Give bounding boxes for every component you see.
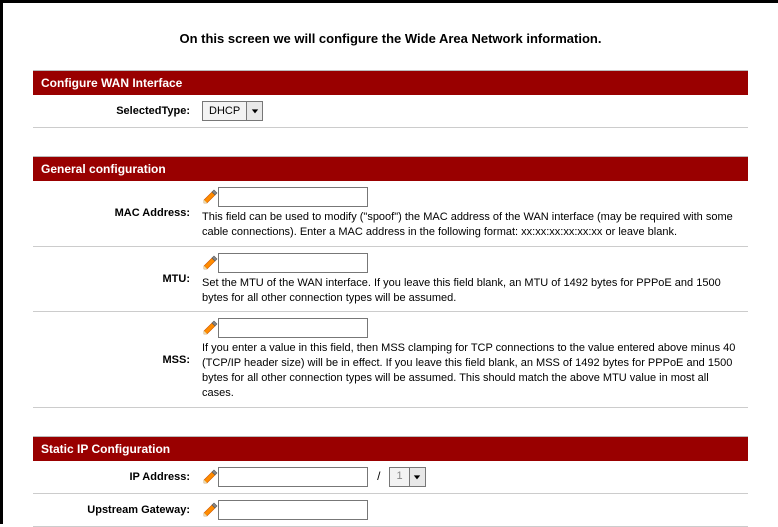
label-mtu: MTU: (33, 246, 200, 312)
pencil-icon (202, 502, 218, 518)
cidr-slash: / (371, 469, 386, 483)
section-static-ip: Static IP Configuration IP Address: / 1 (33, 436, 748, 527)
pencil-icon (202, 469, 218, 485)
section-general: General configuration MAC Address: This … (33, 156, 748, 408)
row-mss: MSS: If you enter a value in this field,… (33, 312, 748, 407)
mss-input[interactable] (218, 318, 368, 338)
mtu-input[interactable] (218, 253, 368, 273)
chevron-down-icon (409, 468, 425, 486)
label-mss: MSS: (33, 312, 200, 407)
row-ip-address: IP Address: / 1 (33, 461, 748, 494)
pencil-icon (202, 189, 218, 205)
pencil-icon (202, 255, 218, 271)
mtu-description: Set the MTU of the WAN interface. If you… (202, 276, 742, 306)
row-upstream-gateway: Upstream Gateway: (33, 493, 748, 526)
cidr-dropdown[interactable]: 1 (389, 467, 425, 487)
mac-input[interactable] (218, 187, 368, 207)
section-header-wan: Configure WAN Interface (33, 71, 748, 95)
pencil-icon (202, 320, 218, 336)
row-mtu: MTU: Set the MTU of the WAN interface. I… (33, 246, 748, 312)
page-title: On this screen we will configure the Wid… (3, 3, 778, 70)
label-selected-type: SelectedType: (33, 95, 200, 128)
gateway-input[interactable] (218, 500, 368, 520)
section-header-general: General configuration (33, 157, 748, 181)
section-header-static: Static IP Configuration (33, 437, 748, 461)
mac-description: This field can be used to modify ("spoof… (202, 210, 742, 240)
section-wan: Configure WAN Interface SelectedType: DH… (33, 70, 748, 128)
label-ip: IP Address: (33, 461, 200, 494)
row-mac-address: MAC Address: This field can be used to m… (33, 181, 748, 246)
ip-input[interactable] (218, 467, 368, 487)
mss-description: If you enter a value in this field, then… (202, 341, 742, 400)
chevron-down-icon (246, 102, 262, 120)
selected-type-dropdown[interactable]: DHCP (202, 101, 263, 121)
label-mac: MAC Address: (33, 181, 200, 246)
cidr-value: 1 (390, 469, 408, 484)
row-selected-type: SelectedType: DHCP (33, 95, 748, 128)
label-gateway: Upstream Gateway: (33, 493, 200, 526)
selected-type-value: DHCP (203, 104, 246, 119)
